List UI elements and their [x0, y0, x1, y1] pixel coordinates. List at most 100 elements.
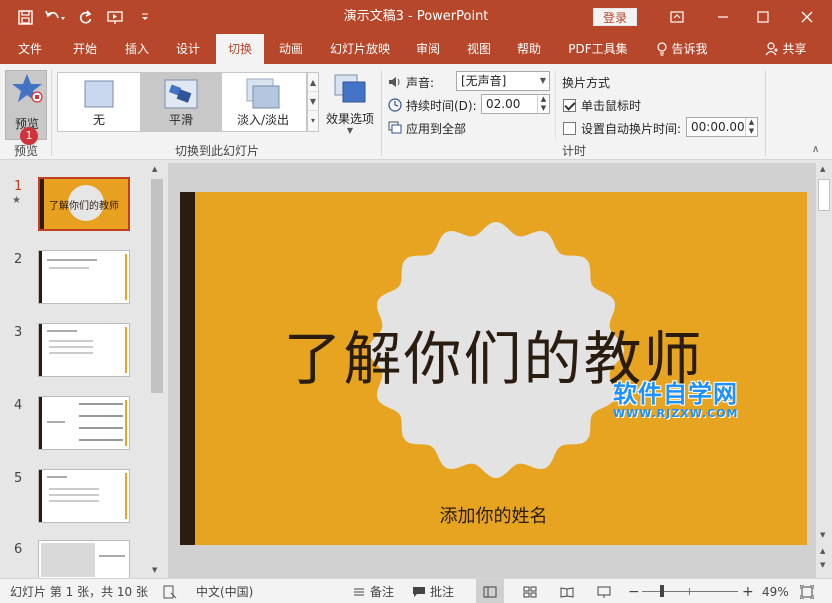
gallery-more-icon[interactable]: ▾	[308, 111, 318, 130]
login-button[interactable]: 登录	[593, 8, 637, 26]
scroll-up-icon[interactable]: ▲	[152, 165, 157, 173]
notes-button[interactable]: 备注	[352, 579, 394, 603]
slide-sorter-button[interactable]	[518, 579, 542, 603]
comments-button[interactable]: 批注	[412, 579, 454, 603]
apply-all-button[interactable]: 应用到全部	[388, 118, 466, 138]
spinner-icon[interactable]: ▲ ▼	[745, 118, 757, 136]
slide-thumbnails-panel: 1 ★ 了解你们的教师 2 3 4 5 6	[0, 160, 150, 578]
effect-options-button[interactable]: 效果选项 ▼	[323, 70, 377, 140]
reading-view-button[interactable]	[555, 579, 579, 603]
slide-thumbnail-row[interactable]: 2	[0, 250, 150, 312]
slideshow-view-button[interactable]	[592, 579, 616, 603]
scroll-up-icon[interactable]: ▲	[820, 165, 825, 173]
redo-button[interactable]	[70, 6, 100, 28]
tab-help[interactable]: 帮助	[504, 34, 554, 64]
ribbon-display-options-button[interactable]	[654, 0, 700, 34]
tab-home[interactable]: 开始	[60, 34, 110, 64]
next-slide-icon[interactable]: ▼	[820, 561, 825, 569]
slide-thumbnail-row[interactable]: 6	[0, 540, 150, 578]
language-indicator[interactable]: 中文(中国)	[196, 579, 253, 603]
undo-button[interactable]	[40, 6, 70, 28]
slide-thumbnail-row[interactable]: 3	[0, 323, 150, 385]
zoom-level[interactable]: 49%	[762, 579, 789, 603]
slide-thumbnail-row[interactable]: 1 ★ 了解你们的教师	[0, 177, 150, 239]
tab-design[interactable]: 设计	[163, 34, 213, 64]
on-click-checkbox[interactable]: 单击鼠标时	[563, 95, 641, 115]
comment-icon	[413, 586, 425, 597]
quick-access-toolbar	[10, 6, 160, 28]
slide-thumbnail-row[interactable]: 4	[0, 396, 150, 458]
slide-thumbnail-1[interactable]: 了解你们的教师	[38, 177, 130, 231]
slide-thumbnail-row[interactable]: 5	[0, 469, 150, 531]
save-button[interactable]	[10, 6, 40, 28]
scroll-down-icon[interactable]: ▼	[152, 566, 157, 574]
duration-input[interactable]: 02.00 ▲ ▼	[481, 94, 550, 114]
tab-slideshow[interactable]: 幻灯片放映	[320, 34, 400, 64]
slide-thumbnail-2[interactable]	[38, 250, 130, 304]
speaker-icon	[389, 77, 400, 87]
checkbox-checked-icon[interactable]	[563, 98, 576, 112]
tab-tell-me[interactable]: 告诉我	[648, 34, 716, 64]
slide-thumbnail-6[interactable]	[38, 540, 130, 578]
transition-morph[interactable]: 平滑	[140, 73, 222, 131]
auto-advance-checkbox[interactable]: 设置自动换片时间:	[563, 118, 681, 138]
gallery-down-icon[interactable]: ▼	[308, 92, 318, 111]
slide-thumbnail-4[interactable]	[38, 396, 130, 450]
share-button[interactable]: 共享	[758, 34, 814, 64]
zoom-out-button[interactable]: −	[628, 579, 640, 603]
save-icon	[17, 9, 33, 25]
normal-view-button[interactable]	[476, 579, 504, 603]
close-icon	[801, 11, 813, 23]
transition-morph-icon	[164, 79, 198, 109]
start-slideshow-button[interactable]	[100, 6, 130, 28]
scroll-thumb[interactable]	[151, 179, 163, 393]
maximize-button[interactable]	[740, 0, 786, 34]
tab-animations[interactable]: 动画	[266, 34, 316, 64]
tab-file[interactable]: 文件	[6, 34, 54, 64]
sound-select[interactable]: [无声音] ▼	[456, 71, 550, 91]
zoom-track	[642, 591, 738, 592]
gallery-scroll[interactable]: ▲ ▼ ▾	[307, 72, 319, 132]
transition-none[interactable]: 无	[58, 73, 140, 131]
zoom-in-button[interactable]: +	[742, 579, 754, 603]
advance-title-label: 换片方式	[562, 75, 611, 90]
scroll-thumb[interactable]	[818, 179, 830, 211]
auto-advance-value: 00:00.00	[691, 120, 745, 134]
slideshow-icon	[107, 10, 123, 24]
auto-advance-time-input[interactable]: 00:00.00 ▲ ▼	[686, 117, 758, 137]
transition-fade[interactable]: 淡入/淡出	[222, 73, 304, 131]
editor-scrollbar[interactable]: ▲ ▼ ▲ ▼	[816, 163, 832, 578]
collapse-ribbon-icon[interactable]: ∧	[812, 144, 819, 155]
transition-none-icon	[84, 80, 114, 108]
slide-thumbnail-5[interactable]	[38, 469, 130, 523]
tab-insert[interactable]: 插入	[112, 34, 162, 64]
current-slide[interactable]: 了解你们的教师 添加你的姓名	[180, 192, 807, 545]
scroll-down-icon[interactable]: ▼	[820, 531, 825, 539]
customize-qat-button[interactable]	[130, 6, 160, 28]
watermark-logo: 软件自学网 WWW.RJZXW.COM	[613, 380, 739, 420]
thumbnails-scrollbar[interactable]: ▲ ▼	[150, 163, 164, 578]
zoom-center-tick	[689, 588, 690, 595]
slide-subtitle[interactable]: 添加你的姓名	[180, 502, 807, 528]
tab-pdf-tools[interactable]: PDF工具集	[558, 34, 638, 64]
window-title: 演示文稿3 - PowerPoint	[343, 9, 489, 24]
slide-thumbnail-3[interactable]	[38, 323, 130, 377]
checkbox-unchecked-icon[interactable]	[563, 121, 576, 135]
tab-review[interactable]: 审阅	[404, 34, 452, 64]
zoom-thumb[interactable]	[660, 585, 664, 597]
duration-row: 持续时间(D):	[388, 95, 477, 115]
preview-button[interactable]: 预览 1	[5, 70, 47, 145]
group-divider	[765, 70, 766, 156]
tab-transitions[interactable]: 切换	[216, 34, 264, 64]
advance-title: 换片方式	[562, 72, 610, 92]
tab-view[interactable]: 视图	[454, 34, 504, 64]
previous-slide-icon[interactable]: ▲	[820, 547, 825, 555]
fit-slide-button[interactable]	[800, 579, 814, 603]
sound-row: 声音:	[388, 72, 434, 92]
close-button[interactable]	[784, 0, 830, 34]
gallery-up-icon[interactable]: ▲	[308, 73, 318, 92]
spinner-icon[interactable]: ▲ ▼	[537, 95, 549, 113]
accessibility-button[interactable]	[163, 579, 177, 603]
zoom-slider[interactable]	[642, 579, 738, 603]
group-label-transitions: 切换到此幻灯片	[174, 144, 259, 158]
